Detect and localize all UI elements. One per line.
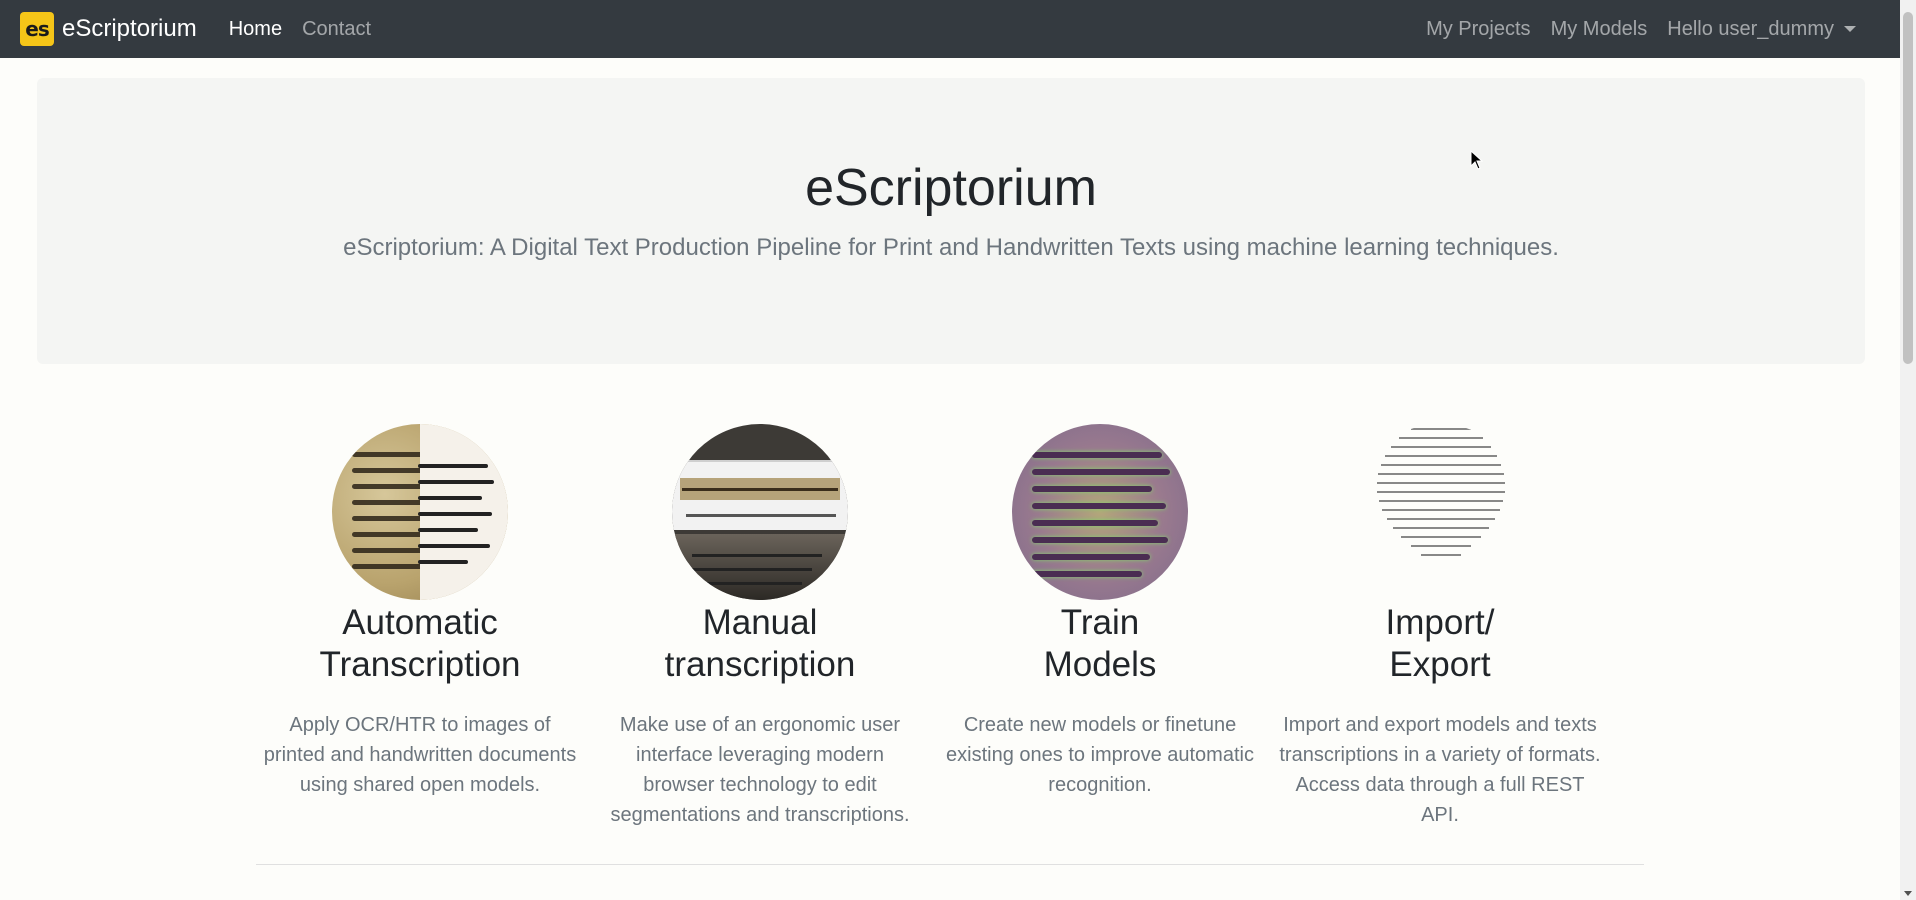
feature-title-line: Import/: [1385, 603, 1495, 642]
feature-title: Automatic Transcription: [250, 602, 590, 686]
feature-title-line: Train: [1060, 603, 1140, 642]
transcription-ui-image: [672, 424, 848, 600]
section-divider: [256, 864, 1644, 865]
feature-title-line: Manual: [702, 603, 818, 642]
top-navbar: es eScriptorium Home Contact My Projects…: [0, 0, 1900, 58]
brand-link[interactable]: es eScriptorium: [20, 0, 197, 58]
feature-title: Manual transcription: [590, 602, 930, 686]
nav-my-projects-link[interactable]: My Projects: [1426, 18, 1530, 41]
feature-description: Make use of an ergonomic user interface …: [610, 714, 910, 826]
feature-title: Import/ Export: [1270, 602, 1610, 686]
scrollbar-thumb[interactable]: [1903, 12, 1913, 364]
brand-name: eScriptorium: [62, 15, 197, 42]
feature-title-line: Export: [1389, 645, 1491, 684]
page-title: eScriptorium: [805, 159, 1097, 217]
page-scrollbar[interactable]: [1900, 0, 1916, 900]
main-nav: Home Contact: [229, 18, 391, 41]
escriptorium-logo-icon: es: [20, 12, 54, 46]
segmentation-heatmap-image: [1012, 424, 1188, 600]
feature-title-line: transcription: [664, 645, 856, 684]
feature-title: Train Models: [930, 602, 1270, 686]
feature-description: Import and export models and texts trans…: [1279, 714, 1601, 826]
user-menu-label: Hello user_dummy: [1667, 17, 1834, 40]
user-menu-dropdown[interactable]: Hello user_dummy: [1667, 18, 1856, 41]
scroll-down-arrow-icon[interactable]: [1904, 891, 1912, 896]
user-nav: My Projects My Models Hello user_dummy: [1406, 18, 1856, 41]
brand-logo-text: es: [25, 17, 49, 41]
feature-title-line: Automatic: [342, 603, 498, 642]
exported-text-image: [1352, 424, 1528, 600]
feature-title-line: Models: [1043, 645, 1157, 684]
feature-manual-transcription: Manual transcription Make use of an ergo…: [590, 424, 930, 830]
nav-contact-link[interactable]: Contact: [302, 18, 371, 41]
hero-lead-text: eScriptorium: A Digital Text Production …: [343, 234, 1559, 261]
nav-my-models-link[interactable]: My Models: [1551, 18, 1648, 41]
chevron-down-icon: [1844, 26, 1856, 33]
feature-automatic-transcription: Automatic Transcription Apply OCR/HTR to…: [250, 424, 590, 830]
feature-description: Create new models or finetune existing o…: [946, 714, 1254, 796]
nav-home-link[interactable]: Home: [229, 18, 282, 41]
feature-description: Apply OCR/HTR to images of printed and h…: [263, 714, 577, 796]
features-row: Automatic Transcription Apply OCR/HTR to…: [250, 424, 1610, 830]
hero-jumbotron: eScriptorium eScriptorium: A Digital Tex…: [37, 78, 1865, 364]
manuscript-ocr-image: [332, 424, 508, 600]
feature-title-line: Transcription: [319, 645, 521, 684]
feature-import-export: Import/ Export Import and export models …: [1270, 424, 1610, 830]
feature-train-models: Train Models Create new models or finetu…: [930, 424, 1270, 830]
